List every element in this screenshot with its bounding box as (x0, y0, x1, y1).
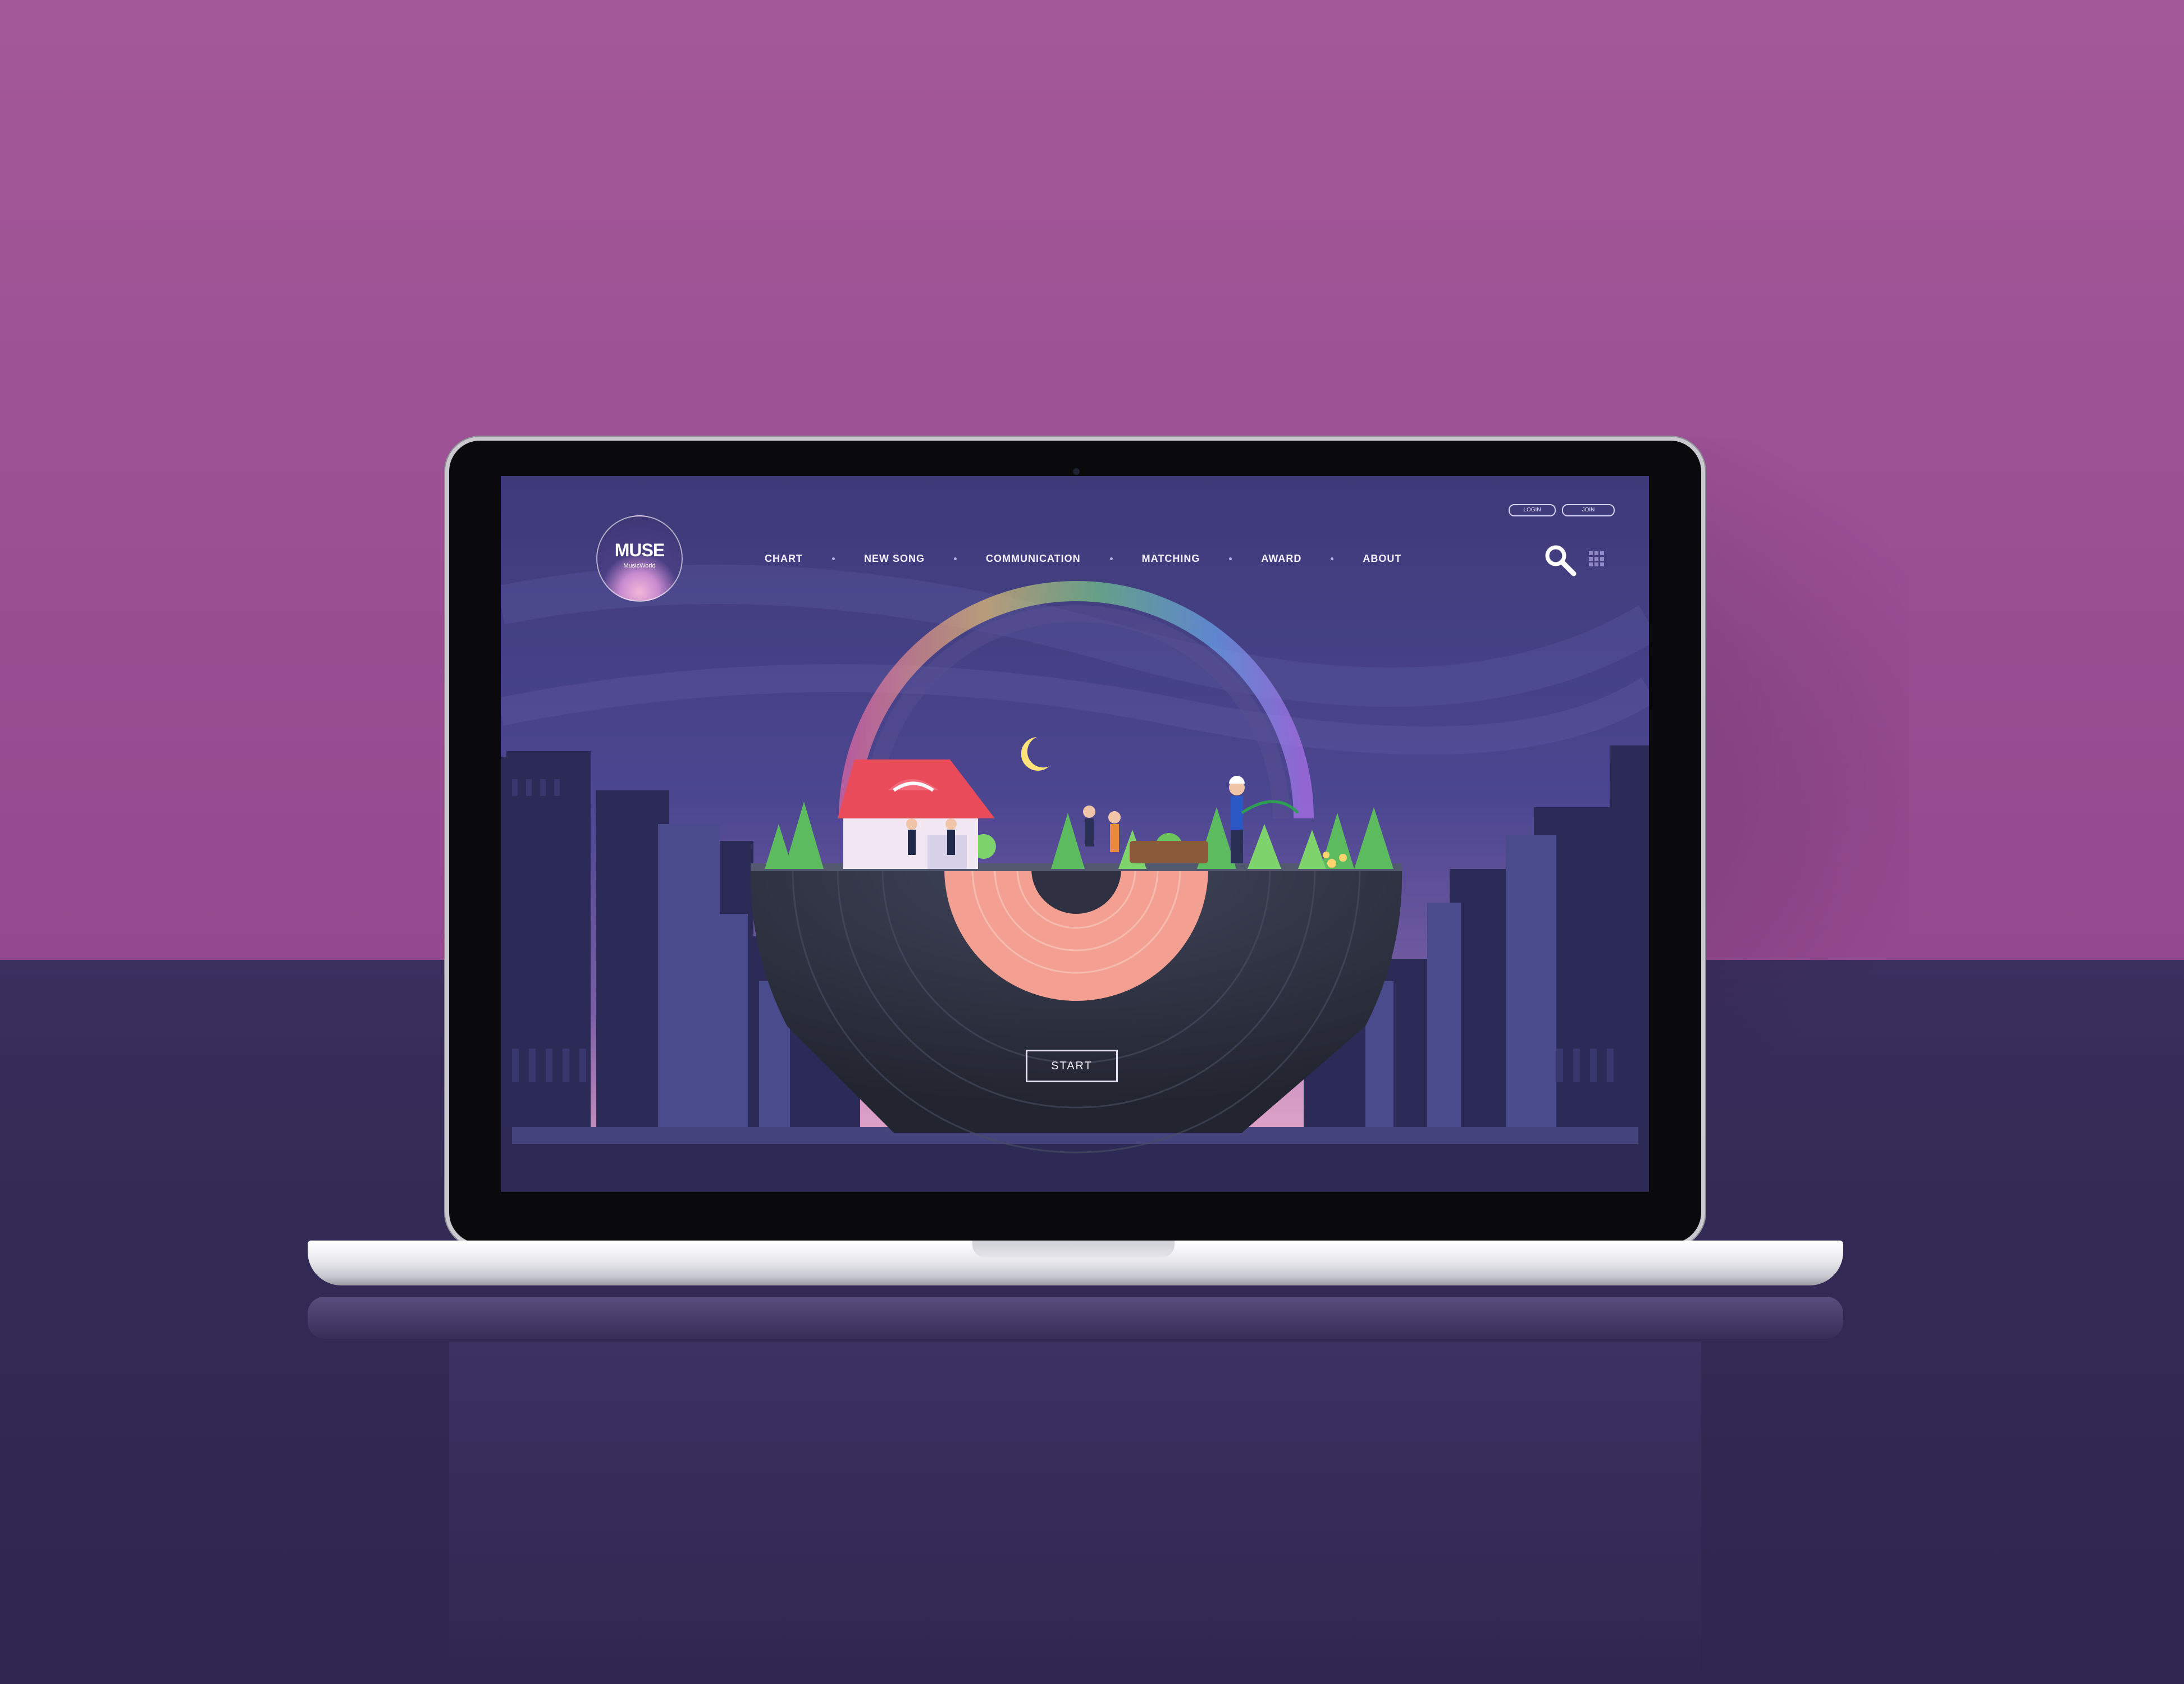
search-icon[interactable] (1542, 542, 1577, 577)
start-button[interactable]: START (1026, 1050, 1118, 1082)
nav-item-communication[interactable]: COMMUNICATION (986, 553, 1081, 565)
webcam-icon (1073, 468, 1080, 475)
nav-item-chart[interactable]: CHART (765, 553, 803, 565)
grid-menu-icon[interactable] (1588, 550, 1605, 567)
logo-title: MUSE (614, 540, 665, 560)
nav-separator (954, 557, 957, 560)
desk-reflection-base (308, 1297, 1843, 1339)
nav-item-new-song[interactable]: NEW SONG (864, 553, 925, 565)
nav-item-about[interactable]: ABOUT (1363, 553, 1401, 565)
nav-separator (832, 557, 835, 560)
main-nav: CHART NEW SONG COMMUNICATION MATCHING AW… (765, 550, 1401, 567)
logo-subtitle: MusicWorld (623, 562, 656, 569)
site-logo[interactable]: MUSE MusicWorld (596, 515, 683, 602)
desk-reflection-screen (449, 1342, 1701, 1684)
nav-item-award[interactable]: AWARD (1261, 553, 1301, 565)
nav-item-matching[interactable]: MATCHING (1142, 553, 1200, 565)
login-button[interactable]: LOGIN (1509, 504, 1556, 516)
join-button[interactable]: JOIN (1562, 504, 1615, 516)
nav-separator (1331, 557, 1334, 560)
nav-separator (1109, 557, 1113, 560)
nav-separator (1229, 557, 1232, 560)
laptop-notch (972, 1241, 1175, 1257)
laptop-screen: MUSE MusicWorld CHART NEW SONG COMMUNICA… (501, 476, 1649, 1192)
